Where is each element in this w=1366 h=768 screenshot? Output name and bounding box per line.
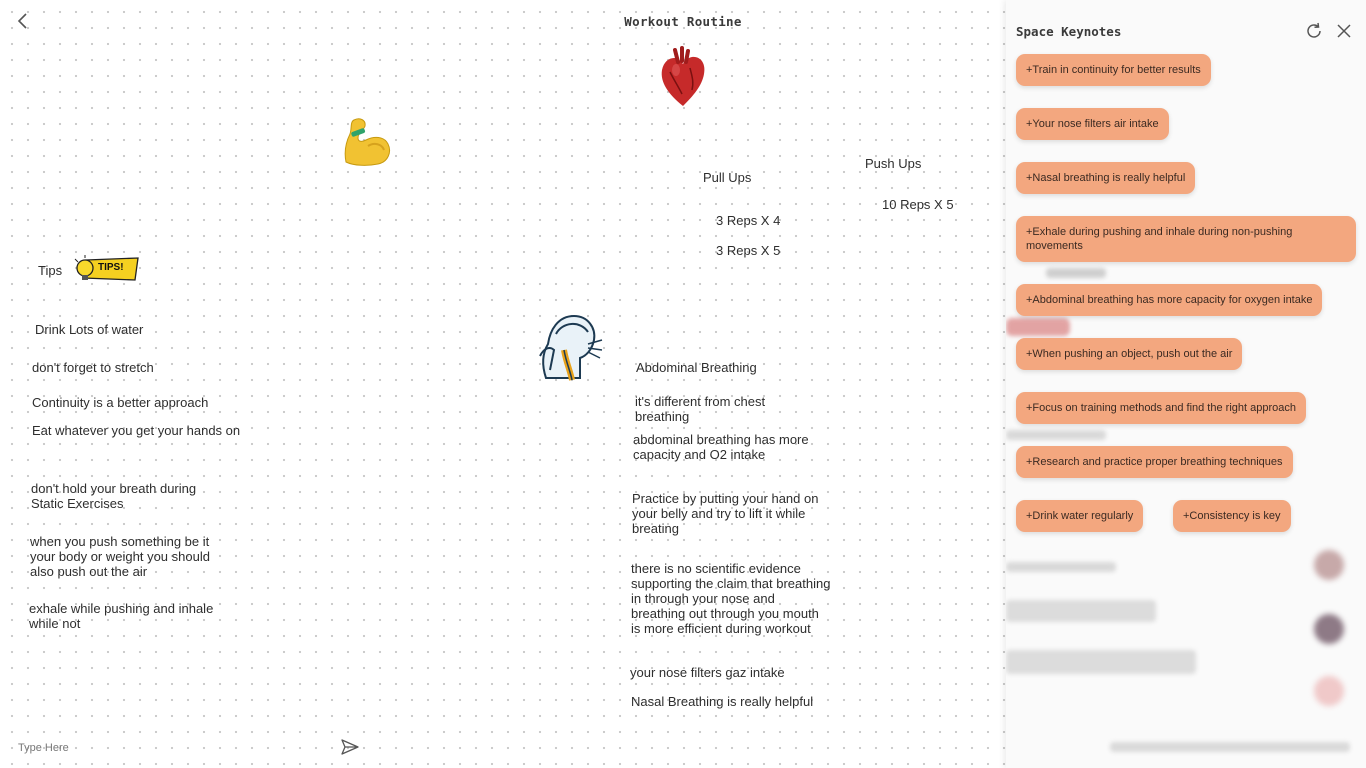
breathing-person-sticker[interactable] bbox=[536, 310, 608, 382]
keynote-chip[interactable]: +Your nose filters air intake bbox=[1016, 108, 1169, 140]
blurred-avatar bbox=[1314, 614, 1344, 644]
blurred-background-text bbox=[1006, 600, 1156, 622]
blurred-background-text bbox=[1006, 562, 1116, 572]
blurred-background-text bbox=[1110, 742, 1350, 752]
blurred-avatar bbox=[1314, 676, 1344, 706]
blurred-background-text bbox=[1046, 268, 1106, 278]
message-input[interactable] bbox=[18, 738, 318, 758]
tips-badge-text: TIPS! bbox=[98, 262, 124, 273]
tip-note-hold-breath[interactable]: don't hold your breath during Static Exe… bbox=[31, 481, 226, 511]
blurred-background-text bbox=[1006, 430, 1106, 440]
pull-ups-rep-1[interactable]: 3 Reps X 4 bbox=[716, 213, 780, 228]
breathing-title[interactable]: Abdominal Breathing bbox=[636, 360, 757, 375]
tips-lightbulb-sticker[interactable]: TIPS! bbox=[72, 254, 140, 284]
tips-label: Tips bbox=[38, 263, 63, 278]
tip-note-stretch[interactable]: don't forget to stretch bbox=[32, 360, 232, 375]
heart-sticker[interactable] bbox=[656, 46, 710, 110]
push-ups-title[interactable]: Push Ups bbox=[865, 156, 921, 171]
breathing-note-evidence[interactable]: there is no scientific evidence supporti… bbox=[631, 561, 831, 636]
keynotes-panel: Space Keynotes +Train in continuity for … bbox=[1006, 0, 1366, 768]
flexed-biceps-sticker[interactable] bbox=[340, 112, 396, 170]
send-icon[interactable] bbox=[340, 738, 360, 756]
keynote-chip[interactable]: +Exhale during pushing and inhale during… bbox=[1016, 216, 1356, 262]
tip-note-exhale[interactable]: exhale while pushing and inhale while no… bbox=[29, 601, 229, 631]
breathing-note-practice[interactable]: Practice by putting your hand on your be… bbox=[632, 491, 837, 536]
panel-title: Space Keynotes bbox=[1016, 24, 1122, 39]
blurred-background-text bbox=[1006, 318, 1070, 336]
tip-note-water[interactable]: Drink Lots of water bbox=[35, 322, 235, 337]
back-arrow-icon[interactable] bbox=[12, 10, 32, 32]
refresh-icon[interactable] bbox=[1304, 21, 1324, 41]
blurred-avatar bbox=[1314, 550, 1344, 580]
close-icon[interactable] bbox=[1334, 21, 1354, 41]
blurred-background-text bbox=[1006, 650, 1196, 674]
keynote-chip[interactable]: +Drink water regularly bbox=[1016, 500, 1144, 532]
tip-note-eat[interactable]: Eat whatever you get your hands on bbox=[32, 423, 242, 438]
keynote-chip[interactable]: +Consistency is key bbox=[1173, 500, 1291, 532]
keynote-chip[interactable]: +Focus on training methods and find the … bbox=[1016, 392, 1306, 424]
keynote-chip[interactable]: +When pushing an object, push out the ai… bbox=[1016, 338, 1243, 370]
whiteboard-canvas[interactable]: Tips TIPS! Drink Lots of water don't for… bbox=[0, 0, 1006, 768]
keynote-chip[interactable]: +Train in continuity for better results bbox=[1016, 54, 1211, 86]
keynote-chip[interactable]: +Abdominal breathing has more capacity f… bbox=[1016, 284, 1323, 316]
breathing-note-nose-filter[interactable]: your nose filters gaz intake bbox=[630, 665, 830, 680]
keynote-chip[interactable]: +Research and practice proper breathing … bbox=[1016, 446, 1293, 478]
push-ups-rep-1[interactable]: 10 Reps X 5 bbox=[882, 197, 954, 212]
tip-note-push-air[interactable]: when you push something be it your body … bbox=[30, 534, 230, 579]
breathing-note-capacity[interactable]: abdominal breathing has more capacity an… bbox=[633, 432, 833, 462]
tip-note-continuity[interactable]: Continuity is a better approach bbox=[32, 395, 242, 410]
pull-ups-title[interactable]: Pull Ups bbox=[703, 170, 751, 185]
pull-ups-rep-2[interactable]: 3 Reps X 5 bbox=[716, 243, 780, 258]
breathing-note-chest[interactable]: it's different from chest breathing bbox=[635, 394, 815, 424]
keynote-chip[interactable]: +Nasal breathing is really helpful bbox=[1016, 162, 1196, 194]
breathing-note-nasal[interactable]: Nasal Breathing is really helpful bbox=[631, 694, 831, 709]
